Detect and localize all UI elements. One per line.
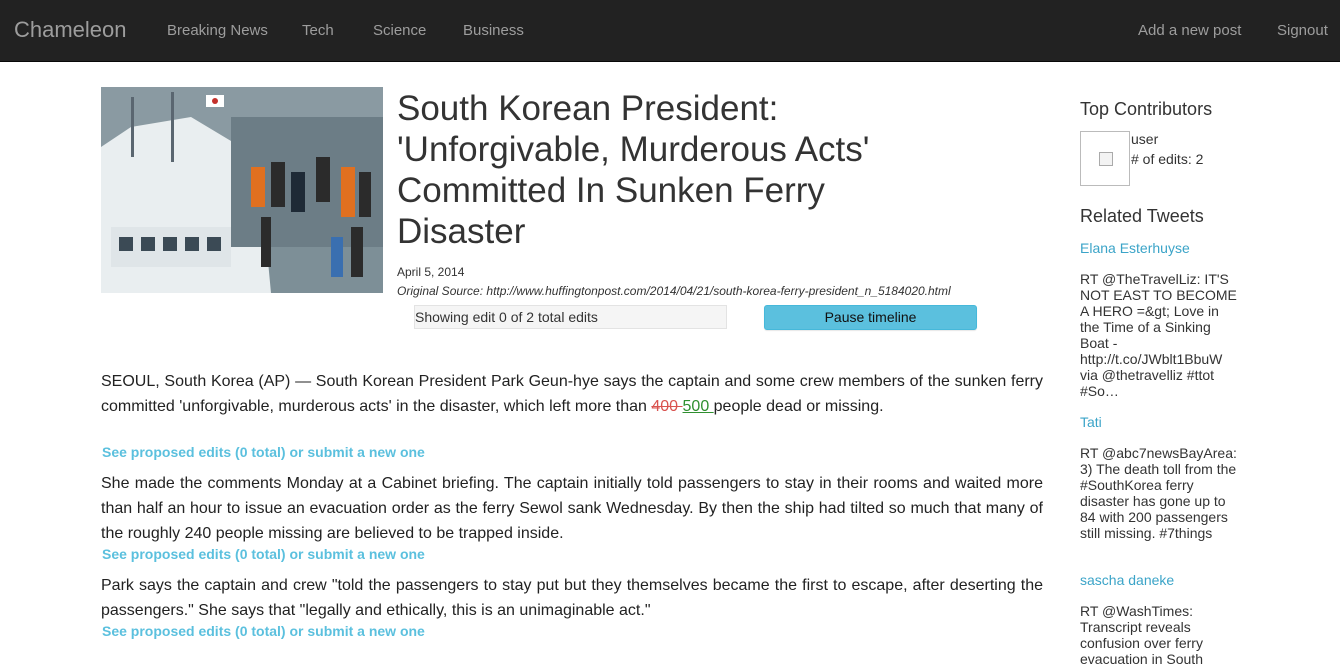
source-label: Original Source: bbox=[397, 284, 484, 298]
brand-logo[interactable]: Chameleon bbox=[14, 17, 127, 43]
nav-business[interactable]: Business bbox=[463, 22, 524, 39]
tweet-user-link[interactable]: sascha daneke bbox=[1080, 572, 1174, 588]
deleted-text: 400 bbox=[651, 398, 683, 415]
related-tweets-heading: Related Tweets bbox=[1080, 206, 1204, 226]
contributor-avatar[interactable] bbox=[1080, 131, 1130, 186]
ferry-rescue-photo bbox=[101, 87, 383, 293]
tweet-user-link[interactable]: Tati bbox=[1080, 414, 1102, 430]
tweet-text: RT @abc7newsBayArea: 3) The death toll f… bbox=[1080, 445, 1237, 541]
add-post-link[interactable]: Add a new post bbox=[1138, 22, 1241, 39]
article-date: April 5, 2014 bbox=[397, 265, 465, 279]
nav-science[interactable]: Science bbox=[373, 22, 426, 39]
article-title: South Korean President: 'Unforgivable, M… bbox=[397, 89, 870, 251]
tweet-user-link[interactable]: Elana Esterhuyse bbox=[1080, 240, 1190, 256]
proposed-edits-link[interactable]: See proposed edits (0 total) or submit a… bbox=[102, 546, 425, 562]
tweet-text: RT @TheTravelLiz: IT'S NOT EAST TO BECOM… bbox=[1080, 271, 1237, 399]
article-paragraph-3: Park says the captain and crew "told the… bbox=[101, 577, 1043, 619]
top-contributors-heading: Top Contributors bbox=[1080, 99, 1213, 119]
paragraph-text: people dead or missing. bbox=[713, 398, 884, 415]
edit-status-box: Showing edit 0 of 2 total edits bbox=[414, 305, 727, 329]
source-url[interactable]: http://www.huffingtonpost.com/2014/04/21… bbox=[486, 284, 950, 298]
nav-tech[interactable]: Tech bbox=[302, 22, 334, 39]
article-paragraph-2: She made the comments Monday at a Cabine… bbox=[101, 475, 1043, 542]
article-paragraph-1: SEOUL, South Korea (AP) — South Korean P… bbox=[101, 369, 1043, 419]
broken-image-icon bbox=[1099, 152, 1113, 166]
contributor-name[interactable]: user bbox=[1131, 131, 1158, 147]
contributor-edit-count: # of edits: 2 bbox=[1131, 151, 1204, 167]
top-navbar: Chameleon Breaking News Tech Science Bus… bbox=[0, 0, 1340, 62]
proposed-edits-link[interactable]: See proposed edits (0 total) or submit a… bbox=[102, 623, 425, 639]
paragraph-text: SEOUL, South Korea (AP) — South Korean P… bbox=[101, 373, 1043, 415]
inserted-text: 500 bbox=[682, 398, 714, 415]
article-source: Original Source: http://www.huffingtonpo… bbox=[397, 284, 951, 298]
pause-timeline-button[interactable]: Pause timeline bbox=[764, 305, 977, 330]
tweet-text: RT @WashTimes: Transcript reveals confus… bbox=[1080, 603, 1203, 664]
signout-link[interactable]: Signout bbox=[1277, 22, 1328, 39]
nav-breaking-news[interactable]: Breaking News bbox=[167, 22, 268, 39]
proposed-edits-link[interactable]: See proposed edits (0 total) or submit a… bbox=[102, 444, 425, 460]
article-image bbox=[101, 87, 383, 293]
